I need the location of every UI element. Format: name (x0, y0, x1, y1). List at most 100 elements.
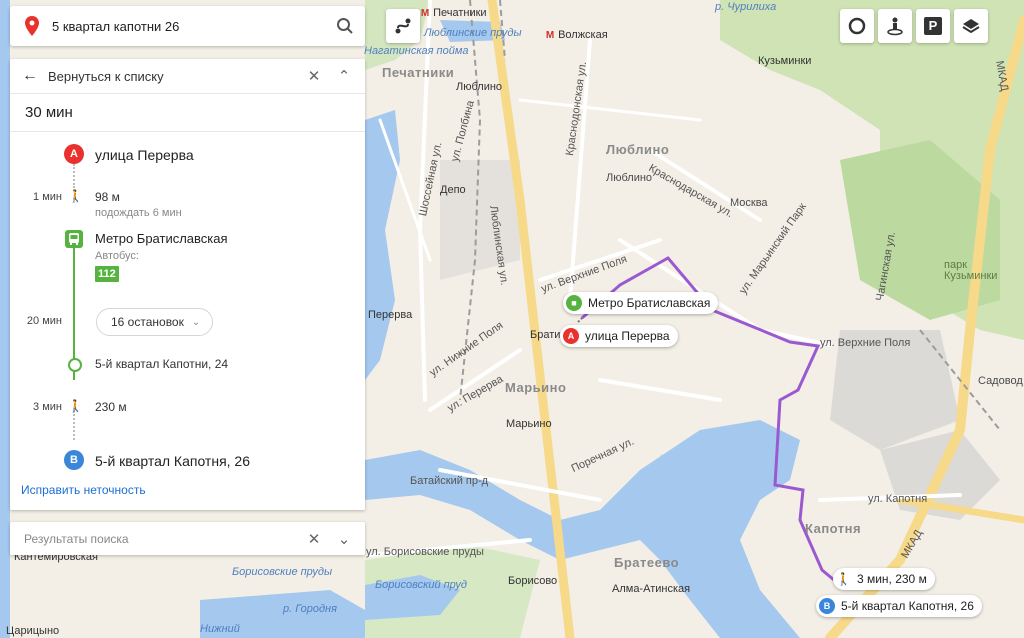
walk-2-time: 3 мин (33, 401, 62, 413)
search-icon[interactable] (325, 6, 365, 46)
water-label-gorodnya: р. Городня (283, 603, 337, 615)
map-point-a-label: улица Перерва (585, 329, 670, 343)
map-walk-label: 3 мин, 230 м (856, 572, 927, 586)
place-label-moskva: Москва (730, 197, 768, 209)
traffic-button[interactable] (840, 9, 874, 43)
metro-name: Борисово (508, 575, 558, 587)
point-a-badge: A (64, 144, 84, 164)
transport-mode: Автобус: (95, 250, 139, 262)
park-label-kuzminki: парк Кузьминки (944, 259, 998, 282)
district-label-lyublino: Люблино (606, 142, 670, 157)
routes-button[interactable] (386, 9, 420, 43)
close-icon[interactable]: ✕ (299, 59, 329, 93)
metro-label-volzhskaya: M Волжская (545, 30, 608, 41)
metro-name: Кузьминки (758, 55, 812, 67)
map-walk-chip[interactable]: 🚶 3 мин, 230 м (833, 568, 935, 590)
water-label-nizhny: Нижний (200, 623, 240, 635)
district-label-kapotnya: Капотня (805, 521, 862, 536)
parking-icon: P (924, 17, 942, 35)
metro-label-alma-atinskaya: Алма-Атинская (612, 584, 690, 595)
route-steps: A улица Перерва 1 мин 🚶 98 м подождать 6… (10, 132, 365, 470)
industrial-zone-2 (440, 160, 520, 280)
map-point-b-chip[interactable]: B 5-й квартал Капотня, 26 (816, 595, 982, 617)
chevron-down-icon: ⌄ (191, 316, 201, 328)
metro-label-pererva: Перерва (368, 310, 412, 321)
back-to-list-button[interactable]: ← Вернуться к списку (10, 67, 299, 85)
search-input[interactable]: 5 квартал капотни 26 (52, 19, 325, 34)
metro-name: Волжская (558, 29, 608, 41)
place-label-sadovod: Садовод (978, 375, 1023, 387)
walk-1-distance: 98 м (95, 190, 120, 204)
route-duration: 30 мин (10, 94, 365, 132)
walk-icon: 🚶 (68, 399, 83, 413)
road-label-kapotnya: ул. Капотня (868, 493, 928, 505)
metro-label-depo: Депо (440, 185, 466, 196)
route-icon (395, 18, 411, 34)
water-label-nagatinskaya: Нагатинская пойма (364, 45, 469, 57)
water-label-borisovsky-prud: Борисовский пруд (375, 579, 468, 591)
bus-stop-name: Метро Братиславская (95, 231, 228, 246)
map-bus-stop-chip[interactable]: ■ Метро Братиславская (563, 292, 719, 314)
stops-dropdown[interactable]: 16 остановок ⌄ (96, 308, 214, 336)
walk-line-2 (73, 410, 75, 440)
road-label-borisovskie-prudy: ул. Борисовские пруды (366, 546, 484, 558)
back-arrow-icon: ← (22, 67, 38, 84)
collapse-icon[interactable]: ⌃ (329, 59, 359, 93)
metro-label-pechatniki: M Печатники (420, 8, 487, 19)
bus-route-number[interactable]: 112 (95, 266, 119, 282)
walk-icon: 🚶 (68, 189, 83, 203)
metro-name: Царицыно (6, 625, 60, 637)
traffic-icon (848, 17, 866, 35)
ride-time: 20 мин (26, 315, 62, 327)
location-pin-icon (18, 6, 46, 46)
point-a-marker: A (563, 328, 579, 344)
expand-icon[interactable]: ⌄ (329, 522, 359, 556)
metro-name: Марьино (506, 418, 552, 430)
metro-label-kuzminki: Кузьминки (758, 56, 811, 67)
end-point-name: 5-й квартал Капотня, 26 (95, 453, 251, 469)
search-results-label: Результаты поиска (24, 531, 129, 546)
bus-icon (65, 230, 83, 248)
water-label-borisovskie-prudy: Борисовские пруды (232, 566, 333, 578)
water-label-lyublinskie-prudy: Люблинские пруды (424, 27, 522, 39)
metro-name: Перерва (368, 309, 413, 321)
metro-label-tsaritsyno: Царицыно (6, 626, 59, 637)
road-label-verkhnie-polya-east: ул. Верхние Поля (820, 337, 911, 349)
parking-button[interactable]: P (916, 9, 950, 43)
alight-stop-name: 5-й квартал Капотни, 24 (95, 357, 229, 371)
walk-line-1 (73, 164, 75, 188)
walk-1-note: подождать 6 мин (95, 207, 182, 219)
point-b-badge: B (64, 450, 84, 470)
point-b-marker: B (819, 598, 835, 614)
road-label-bataysky: Батайский пр-д (410, 475, 489, 487)
layers-icon (962, 19, 980, 34)
metro-name: Печатники (433, 7, 487, 19)
district-label-maryino: Марьино (505, 380, 567, 395)
metro-label-maryino: Марьино (506, 419, 552, 430)
person-icon (887, 17, 903, 36)
back-to-list-label: Вернуться к списку (48, 68, 164, 84)
left-water (0, 0, 10, 638)
walk-icon: 🚶 (836, 572, 851, 586)
place-label-lyublino: Люблино (606, 172, 653, 184)
close-icon[interactable]: ✕ (299, 522, 329, 556)
metro-name: Алма-Атинская (612, 583, 691, 595)
district-label-brateevo: Братеево (614, 555, 680, 570)
panel-header: ← Вернуться к списку ✕ ⌃ (10, 59, 365, 94)
map-point-b-label: 5-й квартал Капотня, 26 (841, 599, 974, 613)
layers-button[interactable] (954, 9, 988, 43)
walk-1-time: 1 мин (33, 191, 62, 203)
report-error-link[interactable]: Исправить неточность (21, 483, 146, 497)
district-label-pechatniki: Печатники (382, 65, 455, 80)
search-bar[interactable]: 5 квартал капотни 26 (10, 6, 365, 46)
start-point-name: улица Перерва (95, 147, 194, 163)
search-results-bar[interactable]: Результаты поиска ✕ ⌄ (10, 522, 365, 555)
bus-icon: ■ (566, 295, 582, 311)
metro-icon: M (545, 30, 555, 41)
panorama-button[interactable] (878, 9, 912, 43)
alight-stop-marker (68, 358, 82, 372)
map-point-a-chip[interactable]: A улица Перерва (560, 325, 678, 347)
metro-name: Люблино (456, 81, 503, 93)
metro-label-lyublino: Люблино (456, 82, 502, 93)
route-panel: ← Вернуться к списку ✕ ⌃ 30 мин A улица … (10, 59, 365, 510)
